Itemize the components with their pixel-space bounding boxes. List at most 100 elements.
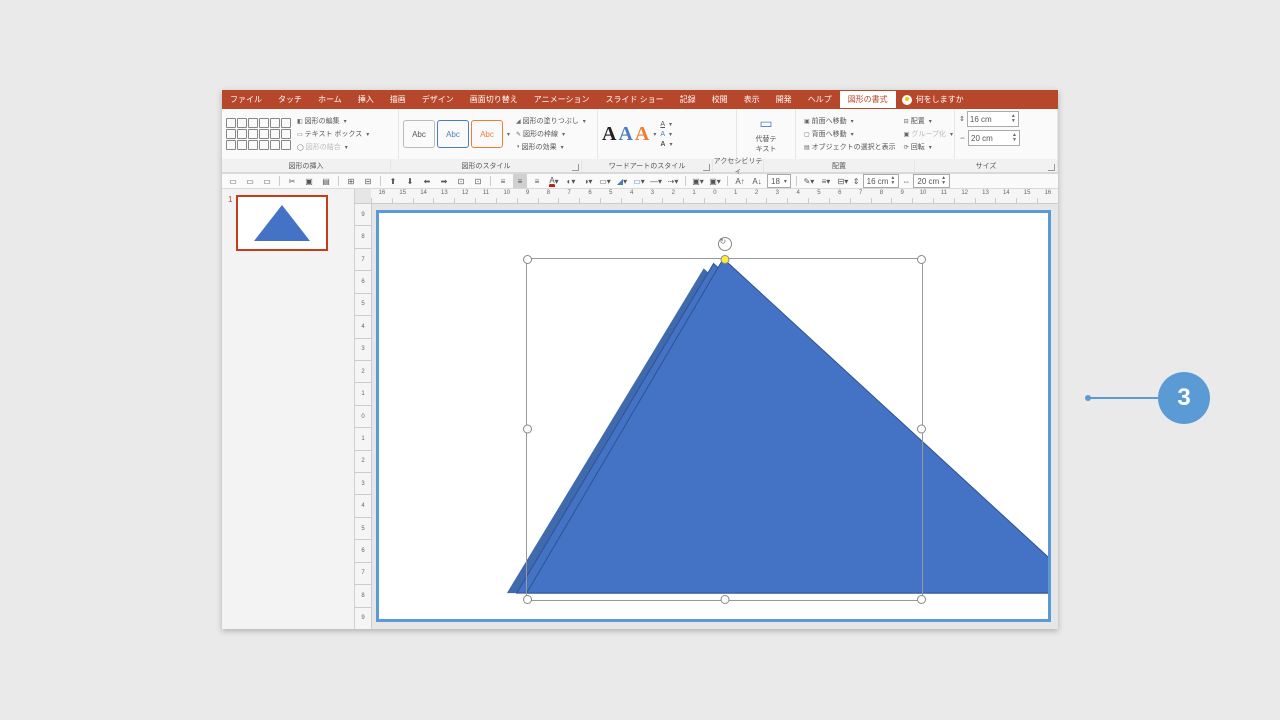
qat-btn[interactable]: ⬅ bbox=[420, 174, 434, 188]
qat-btn[interactable]: ➡ bbox=[437, 174, 451, 188]
tab-view[interactable]: 表示 bbox=[736, 91, 768, 108]
qat-height-input[interactable]: 16 cm▲▼ bbox=[863, 174, 900, 188]
tab-shape-format[interactable]: 図形の書式 bbox=[840, 91, 896, 108]
rotate-button[interactable]: ⟳回転▾ bbox=[900, 141, 955, 153]
tab-animations[interactable]: アニメーション bbox=[526, 91, 598, 108]
qat-shape-outline[interactable]: ▭▾ bbox=[632, 174, 646, 188]
qat-align-center[interactable]: ≡ bbox=[513, 174, 527, 188]
editor-body: 1 16151413121110987654321012345678910111… bbox=[222, 189, 1058, 629]
qat-btn[interactable]: ▣▾ bbox=[708, 174, 722, 188]
tab-review[interactable]: 校閲 bbox=[704, 91, 736, 108]
alt-text-icon[interactable]: ▭ bbox=[759, 115, 772, 132]
qat-btn[interactable]: —▾ bbox=[649, 174, 663, 188]
qat-btn[interactable]: ▤ bbox=[319, 174, 333, 188]
qat-shape-fill[interactable]: ◢▾ bbox=[615, 174, 629, 188]
qat-increase-font[interactable]: A↑ bbox=[733, 174, 747, 188]
group-wordart-styles: A A A ▾ A▾ A▾ A▾ bbox=[598, 109, 737, 159]
qat-btn[interactable]: ▭ bbox=[260, 174, 274, 188]
send-backward-button[interactable]: ▢背面へ移動▾ bbox=[800, 128, 898, 140]
shape-gallery[interactable] bbox=[226, 118, 291, 150]
qat-btn[interactable]: ⊞ bbox=[344, 174, 358, 188]
resize-handle-nw[interactable] bbox=[523, 255, 532, 264]
shape-styles-launcher-icon[interactable] bbox=[572, 164, 579, 171]
resize-handle-ne[interactable] bbox=[917, 255, 926, 264]
qat-decrease-font[interactable]: A↓ bbox=[750, 174, 764, 188]
slide-stage[interactable]: 1615141312111098765432101234567891011121… bbox=[355, 189, 1058, 629]
tab-file[interactable]: ファイル bbox=[222, 91, 270, 108]
qat-btn[interactable]: ▭▾ bbox=[598, 174, 612, 188]
wordart-launcher-icon[interactable] bbox=[703, 164, 710, 171]
qat-btn[interactable]: ◑▾ bbox=[581, 174, 595, 188]
shape-style-more[interactable]: ▾ bbox=[507, 131, 510, 138]
bring-forward-button[interactable]: ▣前面へ移動▾ bbox=[800, 115, 898, 127]
qat-btn[interactable]: ⇢▾ bbox=[666, 174, 680, 188]
selection-pane-button[interactable]: ▤オブジェクトの選択と表示 bbox=[800, 141, 898, 153]
wordart-style-2[interactable]: A bbox=[618, 124, 632, 144]
tab-slideshow[interactable]: スライド ショー bbox=[597, 91, 671, 108]
shape-style-3[interactable]: Abc bbox=[471, 120, 503, 148]
qat-btn[interactable]: ✎▾ bbox=[802, 174, 816, 188]
slide-thumbnail-1[interactable] bbox=[236, 195, 328, 251]
edit-shape-button[interactable]: ◧図形の編集▾ bbox=[293, 115, 371, 127]
shape-height-input[interactable]: 16 cm▲▼ bbox=[967, 111, 1019, 127]
resize-handle-n[interactable] bbox=[720, 255, 729, 264]
tab-developer[interactable]: 開発 bbox=[768, 91, 800, 108]
qat-btn[interactable]: ▭ bbox=[226, 174, 240, 188]
wordart-style-1[interactable]: A bbox=[602, 124, 616, 144]
qat-btn[interactable]: ⬇ bbox=[403, 174, 417, 188]
tab-home[interactable]: ホーム bbox=[310, 91, 350, 108]
resize-handle-w[interactable] bbox=[523, 425, 532, 434]
resize-handle-s[interactable] bbox=[720, 595, 729, 604]
qat-width-input[interactable]: 20 cm▲▼ bbox=[913, 174, 950, 188]
shape-effects-button[interactable]: ◑図形の効果▾ bbox=[512, 141, 588, 153]
tab-help[interactable]: ヘルプ bbox=[800, 91, 840, 108]
text-fill-button[interactable]: A▾ bbox=[658, 120, 674, 129]
qat-font-color[interactable]: A▾ bbox=[547, 174, 561, 188]
shape-fill-button[interactable]: ◢図形の塗りつぶし▾ bbox=[512, 115, 588, 127]
slide-number: 1 bbox=[228, 195, 232, 251]
qat-btn[interactable]: ◐▾ bbox=[564, 174, 578, 188]
qat-btn[interactable]: ▣▾ bbox=[691, 174, 705, 188]
shape-style-1[interactable]: Abc bbox=[403, 120, 435, 148]
wordart-style-3[interactable]: A bbox=[635, 124, 649, 144]
merge-shapes-button: ◯図形の結合▾ bbox=[293, 141, 371, 153]
tab-transitions[interactable]: 画面切り替え bbox=[462, 91, 526, 108]
qat-btn[interactable]: ⬆ bbox=[386, 174, 400, 188]
qat-font-size-input[interactable]: 18▾ bbox=[767, 174, 791, 188]
tab-touch[interactable]: タッチ bbox=[270, 91, 310, 108]
text-effects-button[interactable]: A▾ bbox=[658, 140, 674, 149]
quick-access-toolbar: ▭ ▭ ▭ ✂ ▣ ▤ ⊞ ⊟ ⬆ ⬇ ⬅ ➡ ⊡ ⊡ ≡ ≡ ≡ A▾ ◐▾ … bbox=[222, 174, 1058, 189]
qat-btn[interactable]: ⊡ bbox=[471, 174, 485, 188]
qat-btn[interactable]: ⊟▾ bbox=[836, 174, 850, 188]
shape-width-input[interactable]: 20 cm▲▼ bbox=[968, 130, 1020, 146]
qat-align-left[interactable]: ≡ bbox=[496, 174, 510, 188]
group-button: ▣グループ化▾ bbox=[900, 128, 955, 140]
resize-handle-sw[interactable] bbox=[523, 595, 532, 604]
shape-style-2[interactable]: Abc bbox=[437, 120, 469, 148]
tab-design[interactable]: デザイン bbox=[414, 91, 462, 108]
resize-handle-e[interactable] bbox=[917, 425, 926, 434]
tab-insert[interactable]: 挿入 bbox=[350, 91, 382, 108]
wordart-more[interactable]: ▾ bbox=[653, 131, 656, 138]
tab-record[interactable]: 記録 bbox=[672, 91, 704, 108]
size-launcher-icon[interactable] bbox=[1048, 164, 1055, 171]
resize-handle-se[interactable] bbox=[917, 595, 926, 604]
slide-thumbnail-pane[interactable]: 1 bbox=[222, 189, 355, 629]
rotate-handle[interactable] bbox=[718, 237, 732, 251]
slide-canvas[interactable] bbox=[379, 213, 1048, 619]
text-outline-button[interactable]: A▾ bbox=[658, 130, 674, 139]
qat-btn[interactable]: ⊟ bbox=[361, 174, 375, 188]
tab-draw[interactable]: 描画 bbox=[382, 91, 414, 108]
qat-btn[interactable]: ✂ bbox=[285, 174, 299, 188]
tell-me[interactable]: 何をしますか bbox=[896, 94, 970, 105]
textbox-button[interactable]: ▭テキスト ボックス▾ bbox=[293, 128, 371, 140]
alt-text-button[interactable]: 代替テ キスト bbox=[756, 134, 777, 154]
align-button[interactable]: ⊟配置▾ bbox=[900, 115, 955, 127]
qat-btn[interactable]: ▭ bbox=[243, 174, 257, 188]
shape-outline-button[interactable]: ✎図形の枠線▾ bbox=[512, 128, 588, 140]
selection-box[interactable] bbox=[526, 258, 923, 601]
qat-btn[interactable]: ≡▾ bbox=[819, 174, 833, 188]
qat-align-right[interactable]: ≡ bbox=[530, 174, 544, 188]
qat-btn[interactable]: ⊡ bbox=[454, 174, 468, 188]
qat-btn[interactable]: ▣ bbox=[302, 174, 316, 188]
